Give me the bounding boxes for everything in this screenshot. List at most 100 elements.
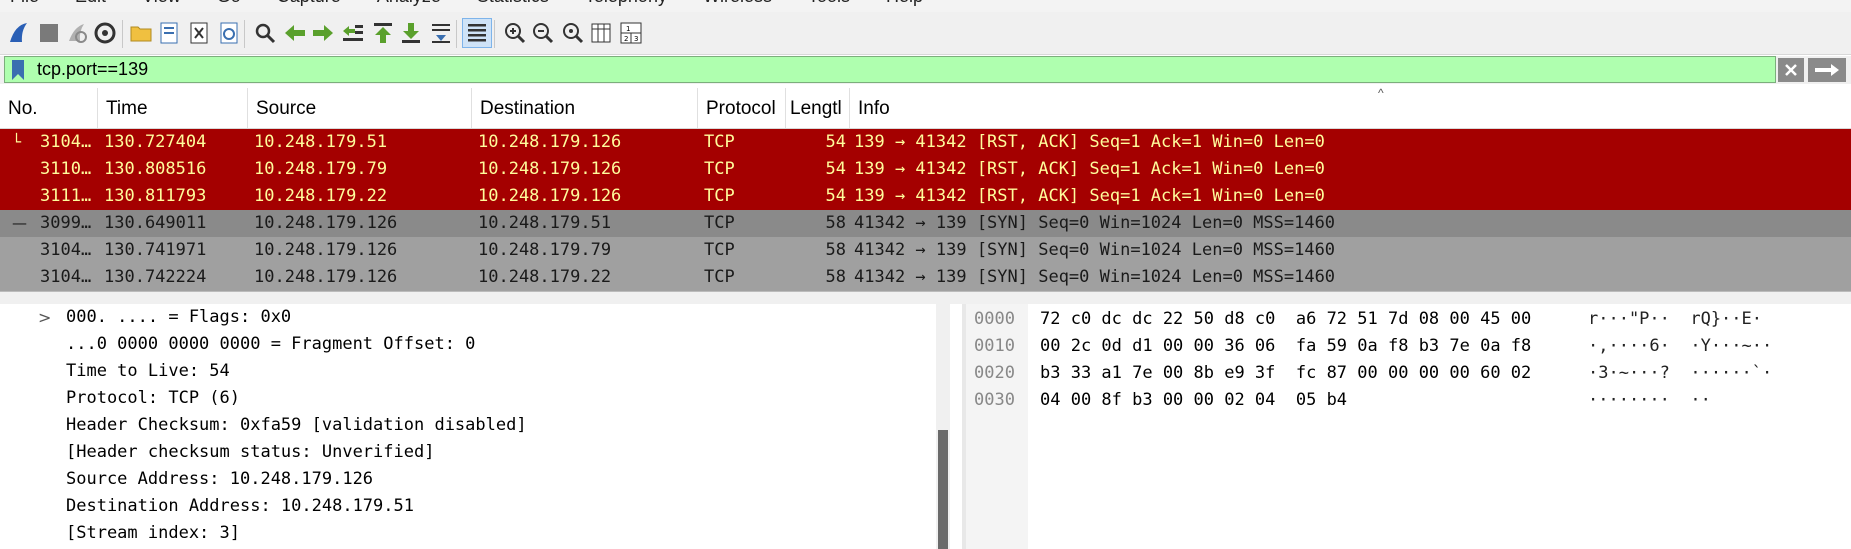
display-filter-input[interactable]: tcp.port==139 bbox=[4, 56, 1776, 83]
cell-source: 10.248.179.22 bbox=[254, 186, 388, 206]
cell-length: 58 bbox=[825, 240, 846, 260]
byte-offset: 0020 bbox=[974, 363, 1015, 383]
ascii-bytes[interactable]: ········ ·· bbox=[1588, 387, 1711, 414]
restart-capture-icon[interactable] bbox=[62, 18, 92, 48]
menu-item-help[interactable]: Help bbox=[886, 0, 923, 7]
column-time[interactable]: Time bbox=[98, 88, 248, 128]
menu-item-wireless[interactable]: Wireless bbox=[703, 0, 772, 7]
column-protocol[interactable]: Protocol bbox=[698, 88, 786, 128]
ascii-bytes[interactable]: ·3·~···? ······`· bbox=[1588, 360, 1772, 387]
cell-protocol: TCP bbox=[704, 132, 735, 152]
detail-line[interactable]: ...0 0000 0000 0000 = Fragment Offset: 0 bbox=[66, 331, 475, 358]
column-length[interactable]: Lengtl bbox=[786, 88, 850, 128]
pane-splitter[interactable] bbox=[0, 292, 1851, 304]
hex-bytes[interactable]: 00 2c 0d d1 00 00 36 06 fa 59 0a f8 b3 7… bbox=[1040, 333, 1531, 360]
layout-icon[interactable]: 1 23 bbox=[616, 18, 646, 48]
detail-line[interactable]: 000. .... = Flags: 0x0 bbox=[66, 304, 291, 331]
packet-list-header: No. Time Source Destination Protocol Len… bbox=[0, 86, 1851, 129]
cell-length: 58 bbox=[825, 213, 846, 233]
menu-item-analyze[interactable]: Analyze bbox=[377, 0, 441, 7]
go-last-icon[interactable] bbox=[396, 18, 426, 48]
column-destination[interactable]: Destination bbox=[472, 88, 698, 128]
zoom-out-icon[interactable] bbox=[528, 18, 558, 48]
reload-file-icon[interactable] bbox=[214, 18, 244, 48]
packet-row[interactable]: 3111… 130.811793 10.248.179.22 10.248.179.1… bbox=[0, 183, 1851, 210]
packet-row[interactable]: 3104… 130.742224 10.248.179.126 10.248.179.… bbox=[0, 264, 1851, 291]
bookmark-icon[interactable] bbox=[9, 60, 27, 80]
menu-item-tools[interactable]: Tools bbox=[808, 0, 850, 7]
cell-length: 54 bbox=[825, 132, 846, 152]
svg-text:3: 3 bbox=[634, 35, 638, 43]
packet-row[interactable]: └ 3104… 130.727404 10.248.179.51 10.248.179.… bbox=[0, 129, 1851, 156]
menu-item-edit[interactable]: Edit bbox=[75, 0, 106, 7]
ascii-bytes[interactable]: r···"P·· rQ}··E· bbox=[1588, 306, 1762, 333]
detail-line[interactable]: [Header checksum status: Unverified] bbox=[66, 439, 434, 466]
menu-item-telephony[interactable]: Telephony bbox=[585, 0, 667, 7]
resize-columns-icon[interactable] bbox=[586, 18, 616, 48]
details-scrollbar-thumb[interactable] bbox=[938, 430, 948, 549]
ascii-bytes[interactable]: ·,····6· ·Y···~·· bbox=[1588, 333, 1772, 360]
cell-destination: 10.248.179.126 bbox=[478, 132, 622, 152]
find-packet-icon[interactable] bbox=[250, 18, 280, 48]
menu-bar: File Edit View Go Capture Analyze Statistics Te… bbox=[0, 0, 1851, 12]
menu-item-capture[interactable]: Capture bbox=[277, 0, 341, 7]
menu-item-go[interactable]: Go bbox=[217, 0, 241, 7]
expand-arrow-icon[interactable]: > bbox=[38, 308, 51, 327]
colorize-icon[interactable] bbox=[462, 18, 492, 48]
clear-filter-icon[interactable] bbox=[1778, 58, 1804, 82]
cell-time: 130.811793 bbox=[104, 186, 207, 206]
zoom-normal-icon[interactable] bbox=[558, 18, 588, 48]
cell-source: 10.248.179.126 bbox=[254, 267, 398, 287]
zoom-in-icon[interactable] bbox=[500, 18, 530, 48]
hex-bytes[interactable]: 72 c0 dc dc 22 50 d8 c0 a6 72 51 7d 08 0… bbox=[1040, 306, 1531, 333]
column-no[interactable]: No. bbox=[0, 88, 98, 128]
cell-protocol: TCP bbox=[704, 159, 735, 179]
cell-source: 10.248.179.51 bbox=[254, 132, 388, 152]
detail-line[interactable]: Header Checksum: 0xfa59 [validation disa… bbox=[66, 412, 527, 439]
save-file-icon[interactable] bbox=[154, 18, 184, 48]
column-source[interactable]: Source bbox=[248, 88, 472, 128]
cell-info: 41342 → 139 [SYN] Seq=0 Win=1024 Len=0 M… bbox=[854, 267, 1336, 287]
detail-line[interactable]: Time to Live: 54 bbox=[66, 358, 230, 385]
apply-filter-icon[interactable] bbox=[1808, 58, 1846, 82]
go-back-icon[interactable] bbox=[280, 18, 310, 48]
cell-protocol: TCP bbox=[704, 240, 735, 260]
menu-item-view[interactable]: View bbox=[142, 0, 181, 7]
filter-text[interactable]: tcp.port==139 bbox=[37, 59, 148, 80]
cell-no: 3110… bbox=[40, 159, 92, 179]
byte-offset: 0030 bbox=[974, 390, 1015, 410]
detail-line[interactable]: Destination Address: 10.248.179.51 bbox=[66, 493, 414, 520]
cell-info: 139 → 41342 [RST, ACK] Seq=1 Ack=1 Win=0… bbox=[854, 186, 1325, 206]
cell-protocol: TCP bbox=[704, 213, 735, 233]
hex-bytes[interactable]: 04 00 8f b3 00 00 02 04 05 b4 bbox=[1040, 387, 1347, 414]
menu-item-statistics[interactable]: Statistics bbox=[477, 0, 549, 7]
detail-line[interactable]: Protocol: TCP (6) bbox=[66, 385, 240, 412]
shark-fin-start-icon[interactable] bbox=[4, 18, 34, 48]
svg-text:1: 1 bbox=[626, 25, 630, 33]
details-scrollbar[interactable] bbox=[936, 304, 950, 549]
cell-time: 130.727404 bbox=[104, 132, 207, 152]
cell-no: 3099… bbox=[40, 213, 92, 233]
cell-source: 10.248.179.126 bbox=[254, 240, 398, 260]
menu-item-file[interactable]: File bbox=[10, 0, 39, 7]
column-info[interactable]: Info bbox=[850, 88, 1851, 128]
packet-row[interactable]: — 3099… 130.649011 10.248.179.126 10.248.179… bbox=[0, 210, 1851, 237]
autoscroll-icon[interactable] bbox=[426, 18, 456, 48]
cell-no: 3104… bbox=[40, 132, 92, 152]
detail-line[interactable]: Source Address: 10.248.179.126 bbox=[66, 466, 373, 493]
cell-info: 41342 → 139 [SYN] Seq=0 Win=1024 Len=0 M… bbox=[854, 213, 1336, 233]
capture-options-icon[interactable] bbox=[90, 18, 120, 48]
hex-bytes[interactable]: b3 33 a1 7e 00 8b e9 3f fc 87 00 00 00 0… bbox=[1040, 360, 1531, 387]
cell-destination: 10.248.179.22 bbox=[478, 267, 612, 287]
stop-capture-icon[interactable] bbox=[34, 18, 64, 48]
go-first-icon[interactable] bbox=[368, 18, 398, 48]
packet-row[interactable]: 3110… 130.808516 10.248.179.79 10.248.179.1… bbox=[0, 156, 1851, 183]
detail-line[interactable]: [Stream index: 3] bbox=[66, 520, 240, 547]
close-file-icon[interactable] bbox=[184, 18, 214, 48]
packet-row[interactable]: 3104… 130.741971 10.248.179.126 10.248.179.… bbox=[0, 237, 1851, 264]
open-file-icon[interactable] bbox=[126, 18, 156, 48]
cell-info: 139 → 41342 [RST, ACK] Seq=1 Ack=1 Win=0… bbox=[854, 132, 1325, 152]
go-to-packet-icon[interactable] bbox=[338, 18, 368, 48]
cell-destination: 10.248.179.126 bbox=[478, 186, 622, 206]
go-forward-icon[interactable] bbox=[308, 18, 338, 48]
